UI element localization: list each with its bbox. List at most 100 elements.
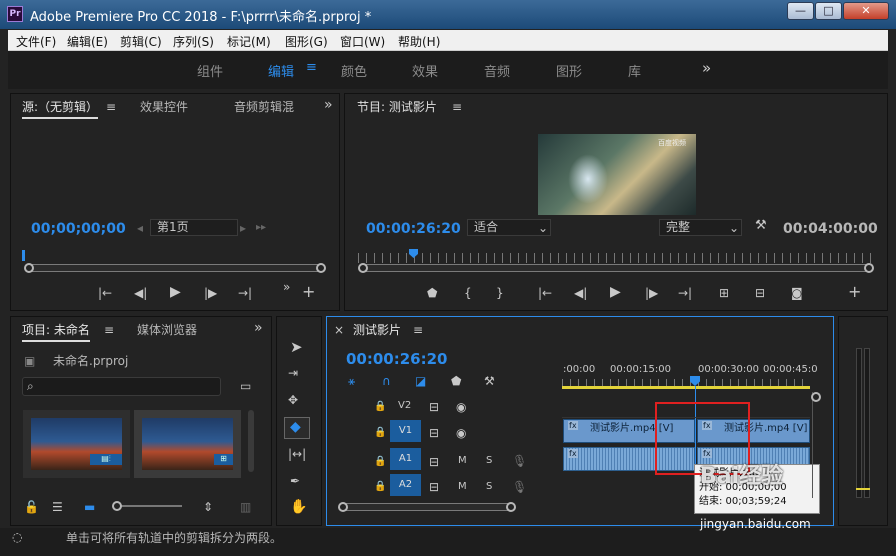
workspace-editing[interactable]: 编辑 <box>268 61 294 80</box>
a1-sync-icon[interactable]: ⊟ <box>429 455 439 469</box>
program-settings-wrench-icon[interactable]: ⚒ <box>755 219 767 233</box>
workspace-audio[interactable]: 音频 <box>484 61 510 80</box>
workspace-graphics[interactable]: 图形 <box>556 61 582 80</box>
export-frame-camera-icon[interactable]: ◙ <box>791 286 803 300</box>
tab-source[interactable]: 源:（无剪辑） <box>22 98 99 119</box>
source-add-button-icon[interactable]: + <box>302 284 315 300</box>
linked-selection-icon[interactable]: ◪ <box>415 374 426 388</box>
mark-out-icon[interactable]: } <box>496 286 504 300</box>
menu-clip[interactable]: 剪辑(C) <box>120 33 162 50</box>
program-video-preview[interactable]: 百度视频 <box>538 134 696 215</box>
a1-mute-button[interactable]: M <box>458 455 467 466</box>
workspace-libraries[interactable]: 库 <box>628 61 641 80</box>
track-select-tool-icon[interactable]: ⇥ <box>288 366 298 380</box>
workspace-more-icon[interactable]: » <box>702 59 711 77</box>
selection-tool-icon[interactable]: ➤ <box>290 340 303 355</box>
source-step-forward-icon[interactable]: |▶ <box>204 286 217 300</box>
source-buttons-more-icon[interactable]: » <box>283 280 290 294</box>
project-scrollbar[interactable] <box>248 410 254 472</box>
menu-edit[interactable]: 编辑(E) <box>67 33 108 50</box>
go-to-in-icon[interactable]: |← <box>538 286 552 300</box>
timeline-close-icon[interactable]: × <box>334 323 344 337</box>
v2-lock-icon[interactable]: 🔒 <box>374 400 386 414</box>
tab-media-browser[interactable]: 媒体浏览器 <box>137 321 197 338</box>
tab-program[interactable]: 节目: 测试影片 <box>357 98 437 115</box>
play-icon[interactable]: ▶ <box>610 285 621 299</box>
timeline-settings-wrench-icon[interactable]: ⚒ <box>484 374 495 388</box>
sort-icon[interactable]: ⇕ <box>203 500 213 514</box>
source-mark-out-icon[interactable]: →| <box>238 286 252 300</box>
close-button[interactable]: ✕ <box>843 2 889 20</box>
a2-sync-icon[interactable]: ⊟ <box>429 480 439 494</box>
timeline-add-marker-icon[interactable]: ⬟ <box>451 374 461 388</box>
mark-in-icon[interactable]: { <box>464 286 472 300</box>
menu-sequence[interactable]: 序列(S) <box>173 33 214 50</box>
add-marker-icon[interactable]: ⬟ <box>427 286 437 300</box>
v2-sync-icon[interactable]: ⊟ <box>429 400 439 414</box>
hand-tool-icon[interactable]: ✋ <box>290 500 307 514</box>
thumbnail-size-knob[interactable] <box>112 501 122 511</box>
tab-audio-clip-mixer[interactable]: 音频剪辑混 <box>234 98 294 115</box>
a2-solo-button[interactable]: S <box>486 481 492 492</box>
a1-voiceover-mic-icon[interactable]: 🎙 <box>512 454 527 468</box>
program-zoom-bar[interactable] <box>360 264 872 272</box>
slip-tool-icon[interactable]: |↔| <box>288 447 306 461</box>
menu-window[interactable]: 窗口(W) <box>340 33 385 50</box>
menu-file[interactable]: 文件(F) <box>16 33 56 50</box>
thumbnail-size-slider[interactable] <box>116 505 182 507</box>
tab-project[interactable]: 项目: 未命名 <box>22 321 90 342</box>
project-more-icon[interactable]: » <box>254 321 263 335</box>
source-mark-in-icon[interactable]: |← <box>98 286 112 300</box>
timeline-zoom-right-handle[interactable] <box>506 502 516 512</box>
work-area-bar[interactable] <box>562 386 810 389</box>
source-zoom-left-handle[interactable] <box>24 263 34 273</box>
list-view-icon[interactable]: ☰ <box>52 500 63 514</box>
snap-icon[interactable]: ∩ <box>382 374 391 388</box>
source-page-select[interactable]: 第1页 <box>150 219 238 236</box>
ripple-edit-tool-icon[interactable]: ✥ <box>288 393 298 407</box>
program-menu-icon[interactable]: ≡ <box>452 100 462 114</box>
timeline-zoom-bar[interactable] <box>340 503 514 511</box>
program-zoom-right-handle[interactable] <box>864 263 874 273</box>
workspace-effects[interactable]: 效果 <box>412 61 438 80</box>
a2-voiceover-mic-icon[interactable]: 🎙 <box>512 480 527 494</box>
extract-icon[interactable]: ⊟ <box>755 286 765 300</box>
timeline-menu-icon[interactable]: ≡ <box>413 323 423 337</box>
a1-lock-icon[interactable]: 🔒 <box>374 455 386 469</box>
source-menu-icon[interactable]: ≡ <box>106 100 116 114</box>
a2-lock-icon[interactable]: 🔒 <box>374 480 386 494</box>
v2-eye-icon[interactable]: ◉ <box>456 400 466 414</box>
minimize-button[interactable]: — <box>787 2 814 20</box>
program-zoom-left-handle[interactable] <box>358 263 368 273</box>
maximize-button[interactable]: □ <box>815 2 842 20</box>
v1-sync-icon[interactable]: ⊟ <box>429 426 439 440</box>
go-to-out-icon[interactable]: →| <box>678 286 692 300</box>
v1-eye-icon[interactable]: ◉ <box>456 426 466 440</box>
source-step-back-icon[interactable]: ◀| <box>134 286 147 300</box>
source-zoom-right-handle[interactable] <box>316 263 326 273</box>
menu-graphics[interactable]: 图形(G) <box>285 33 328 50</box>
pen-tool-icon[interactable]: ✒ <box>290 474 300 488</box>
program-timecode[interactable]: 00:00:26:20 <box>366 221 461 237</box>
program-time-ruler[interactable] <box>358 253 872 263</box>
timeline-zoom-left-handle[interactable] <box>338 502 348 512</box>
lock-icon[interactable]: 🔓 <box>24 500 39 514</box>
timeline-timecode[interactable]: 00:00:26:20 <box>346 350 448 368</box>
project-search-input[interactable] <box>22 377 221 396</box>
nest-icon[interactable]: ⚹ <box>348 374 355 388</box>
vscroll-top-handle[interactable] <box>811 392 821 402</box>
icon-view-icon[interactable]: ▬ <box>84 500 95 514</box>
v2-track-label[interactable]: V2 <box>398 400 411 411</box>
menu-help[interactable]: 帮助(H) <box>398 33 440 50</box>
timeline-vertical-scrollbar[interactable] <box>812 392 820 498</box>
a1-solo-button[interactable]: S <box>486 455 492 466</box>
program-add-button-icon[interactable]: + <box>848 284 861 300</box>
source-play-icon[interactable]: ▶ <box>170 285 181 299</box>
v1-track-target[interactable]: V1 <box>390 420 421 442</box>
step-back-icon[interactable]: ◀| <box>574 286 587 300</box>
source-timecode[interactable]: 00;00;00;00 <box>31 221 126 237</box>
new-bin-icon[interactable]: ▭ <box>240 379 251 393</box>
project-item-2[interactable]: ⊞ <box>134 410 241 478</box>
workspace-assembly[interactable]: 组件 <box>197 61 223 80</box>
menu-marker[interactable]: 标记(M) <box>227 33 271 50</box>
